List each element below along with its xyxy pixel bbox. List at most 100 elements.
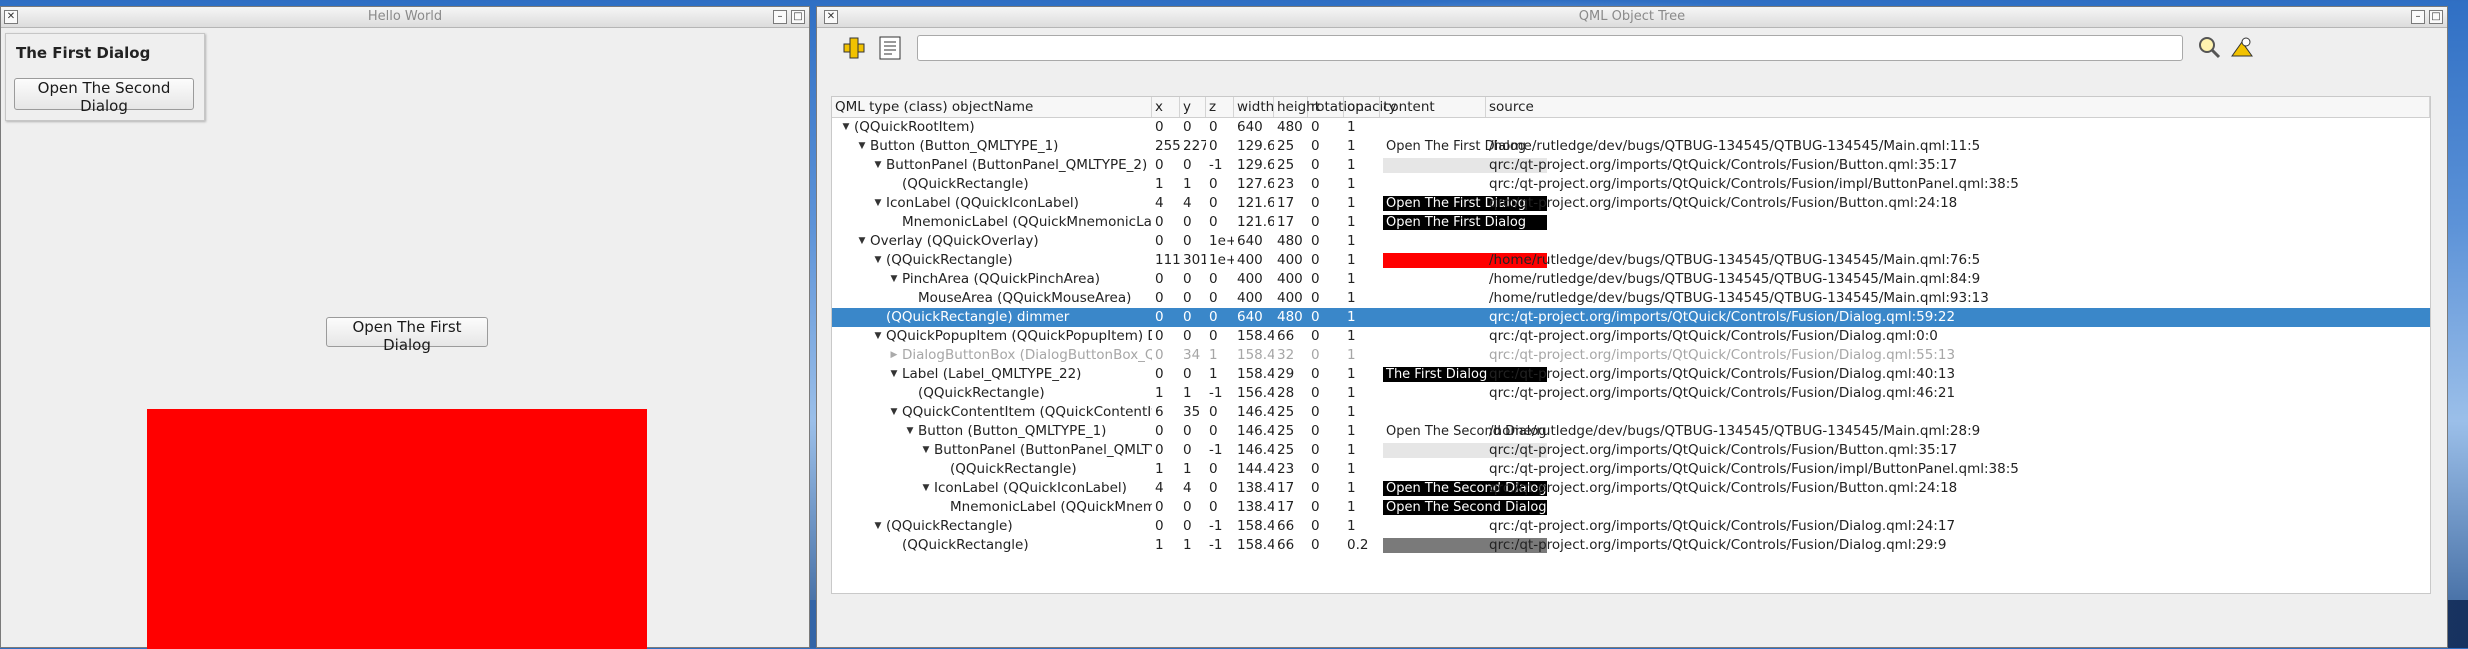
tree-row[interactable]: MnemonicLabel (QQuickMnemonicLabel) labe… [832, 213, 2430, 232]
cell-label: MouseArea (QQuickMouseArea) [918, 290, 1132, 306]
tree-row[interactable]: ▼ButtonPanel (ButtonPanel_QMLTYPE_2)00-1… [832, 156, 2430, 175]
expand-arrow-icon[interactable]: ▼ [920, 441, 932, 460]
expand-arrow-icon[interactable]: ▼ [872, 156, 884, 175]
search-icon[interactable] [2194, 34, 2224, 64]
maximize-icon[interactable]: □ [791, 10, 805, 24]
column-header-rotation[interactable]: rotation [1308, 97, 1364, 117]
toolbar [817, 28, 2447, 66]
tree-row[interactable]: ▶DialogButtonBox (DialogButtonBox_QMLTYP… [832, 346, 2430, 365]
cell-source: qrc:/qt-project.org/imports/QtQuick/Cont… [1489, 195, 1958, 211]
tree-row[interactable]: ▼(QQuickRectangle) 0 0 -1 158.48466 0 1 qrc:/qt… [832, 517, 2430, 536]
cell-height: 66 [1277, 537, 1295, 553]
expand-arrow-icon[interactable]: ▼ [904, 422, 916, 441]
tree-row[interactable]: ▼(QQuickRectangle)111.6301.21e+064004000… [832, 251, 2430, 270]
tree-row[interactable]: ▼Overlay (QQuickOverlay) 0 0 1e+06640 480 0 1 [832, 232, 2430, 251]
tree-row[interactable]: (QQuickRectangle) 1 1 0 127.68823 0 1 qrc:/qt-p… [832, 175, 2430, 194]
cell-y: 4 [1183, 195, 1192, 211]
object-tree[interactable]: QML type (class) objectName x y z width heigh… [831, 96, 2431, 594]
cell-label: (QQuickRectangle) [886, 518, 1013, 534]
tree-row[interactable]: MnemonicLabel (QQuickMnemonicLabel) labe… [832, 498, 2430, 517]
search-input[interactable] [917, 35, 2183, 61]
maximize-icon[interactable]: □ [2429, 10, 2443, 24]
tree-row[interactable]: ▼ PinchArea (QQuickPinchArea) 0 0 0 400 400 0 1 /… [832, 270, 2430, 289]
expand-arrow-icon[interactable]: ▼ [872, 517, 884, 536]
cell-y: 1 [1183, 176, 1192, 192]
cell-height: 23 [1277, 176, 1295, 192]
tree-row[interactable]: ▼ (QQuickRootItem) 0 0 0 640 480 0 1 [832, 118, 2430, 137]
cell-content [1383, 289, 1486, 308]
expand-arrow-icon[interactable]: ▼ [872, 327, 884, 346]
cell-y: 1 [1183, 385, 1192, 401]
open-second-dialog-button[interactable]: Open The Second Dialog [14, 78, 194, 115]
target-icon[interactable] [839, 34, 869, 64]
cell-z: 1 [1209, 366, 1218, 382]
expand-arrow-icon[interactable]: ▼ [920, 479, 932, 498]
tree-row[interactable]: ▼Button (Button_QMLTYPE_1)2552270129.688… [832, 137, 2430, 156]
expand-arrow-icon[interactable]: ▼ [888, 365, 900, 384]
tree-row[interactable]: MouseArea (QQuickMouseArea) 0 0 0 400 400 0 1/h… [832, 289, 2430, 308]
cell-source: qrc:/qt-project.org/imports/QtQuick/Cont… [1489, 347, 1956, 363]
cell-label: Overlay (QQuickOverlay) [870, 233, 1039, 249]
column-header-width[interactable]: width [1234, 97, 1274, 117]
expand-arrow-icon[interactable]: ▼ [888, 270, 900, 289]
column-header-content[interactable]: content [1380, 97, 1486, 117]
cell-x: 1 [1155, 176, 1164, 192]
cell-label: (QQuickRectangle) dimmer [886, 309, 1070, 325]
expand-arrow-icon[interactable]: ▼ [856, 232, 868, 251]
tree-row[interactable]: (QQuickRectangle) 1 1 -1 156.48428 0 1 qrc:/qt-… [832, 384, 2430, 403]
cell-label: QQuickPopupItem (QQuickPopupItem) Dialog [886, 328, 1152, 344]
tree-row[interactable]: ▼QQuickPopupItem (QQuickPopupItem) Dialo… [832, 327, 2430, 346]
cell-height: 28 [1277, 385, 1295, 401]
tree-row[interactable]: ▼ButtonPanel (ButtonPanel_QMLTYPE_2)00-1… [832, 441, 2430, 460]
column-header-y[interactable]: y [1180, 97, 1206, 117]
tree-row[interactable]: (QQuickRectangle) 1 1 0 144.48423 0 1 qrc:/qt-p… [832, 460, 2430, 479]
column-header-label[interactable]: QML type (class) objectName [832, 97, 1152, 117]
cell-width: 138.484 [1237, 499, 1274, 515]
tree-row[interactable]: ▼QQuickContentItem (QQuickContentItem) Q… [832, 403, 2430, 422]
tree-row[interactable]: ▼Button (Button_QMLTYPE_1) 0 0 0 146.48425 0 1… [832, 422, 2430, 441]
tree-row[interactable]: ▼Label (Label_QMLTYPE_22) 0 0 1 158.48429 0 1 T… [832, 365, 2430, 384]
cell-source: qrc:/qt-project.org/imports/QtQuick/Cont… [1489, 176, 2019, 192]
tree-row[interactable]: ▼IconLabel (QQuickIconLabel) 4 4 0 121.68817… [832, 194, 2430, 213]
cell-opacity: 1 [1347, 176, 1356, 192]
cell-height: 17 [1277, 214, 1295, 230]
cell-width: 144.484 [1237, 461, 1274, 477]
expand-arrow-icon[interactable]: ▼ [872, 251, 884, 270]
cell-rotation: 0 [1311, 157, 1320, 173]
red-rectangle [147, 409, 647, 649]
cell-y: 34 [1183, 347, 1201, 363]
inspect-icon[interactable] [2227, 34, 2257, 64]
column-header-x[interactable]: x [1152, 97, 1180, 117]
cell-height: 400 [1277, 290, 1303, 306]
tree-row[interactable]: (QQuickRectangle) 1 1 -1 158.48466 0 0.2 qrc:/q… [832, 536, 2430, 555]
cell-rotation: 0 [1311, 423, 1320, 439]
hello-world-titlebar[interactable]: ✕ Hello World – □ [1, 7, 809, 28]
cell-x: 0 [1155, 499, 1164, 515]
cell-label: (QQuickRectangle) [918, 385, 1045, 401]
column-header-opacity[interactable]: opacity [1344, 97, 1397, 117]
open-first-dialog-button[interactable]: Open The First Dialog [326, 317, 488, 354]
cell-opacity: 1 [1347, 309, 1356, 325]
minimize-icon[interactable]: – [773, 10, 787, 24]
expand-arrow-icon[interactable]: ▼ [856, 137, 868, 156]
column-header-z[interactable]: z [1206, 97, 1234, 117]
collapse-arrow-icon[interactable]: ▶ [888, 346, 900, 365]
cell-source [1489, 498, 2430, 517]
expand-arrow-icon[interactable]: ▼ [872, 194, 884, 213]
cell-width: 121.688 [1237, 214, 1274, 230]
tree-row[interactable]: (QQuickRectangle) dimmer 0 0 0 640 480 0 1 qrc:/… [832, 308, 2430, 327]
qml-tree-titlebar[interactable]: ✕ QML Object Tree – □ [817, 7, 2447, 28]
tree-row[interactable]: ▼IconLabel (QQuickIconLabel) 4 4 0 138.48417… [832, 479, 2430, 498]
minimize-icon[interactable]: – [2411, 10, 2425, 24]
column-header-source[interactable]: source [1486, 97, 2430, 117]
cell-label: (QQuickRectangle) [950, 461, 1077, 477]
properties-icon[interactable] [875, 34, 905, 64]
cell-opacity: 1 [1347, 518, 1356, 534]
dialog-title: The First Dialog [16, 44, 151, 62]
expand-arrow-icon[interactable]: ▼ [840, 118, 852, 137]
cell-content [1383, 175, 1486, 194]
cell-source [1489, 403, 2430, 422]
column-header-height[interactable]: height [1274, 97, 1320, 117]
cell-content: The First Dialog [1383, 365, 1547, 384]
expand-arrow-icon[interactable]: ▼ [888, 403, 900, 422]
